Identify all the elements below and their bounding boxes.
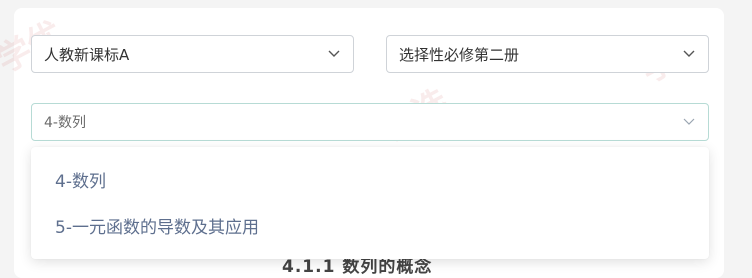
chapter-select[interactable]: 4-数列: [31, 103, 709, 141]
book-select-value: 选择性必修第二册: [399, 45, 520, 64]
chevron-down-icon: [682, 47, 696, 61]
chapter-dropdown-menu: 4-数列 5-一元函数的导数及其应用: [31, 147, 709, 259]
chevron-down-icon: [327, 47, 341, 61]
chevron-down-icon: [682, 115, 696, 129]
edition-select[interactable]: 人教新课标A: [31, 35, 354, 73]
chapter-option[interactable]: 5-一元函数的导数及其应用: [31, 207, 709, 243]
book-select[interactable]: 选择性必修第二册: [386, 35, 709, 73]
chapter-select-value: 4-数列: [44, 115, 86, 131]
chapter-option[interactable]: 4-数列: [31, 161, 709, 197]
edition-select-value: 人教新课标A: [44, 45, 130, 64]
